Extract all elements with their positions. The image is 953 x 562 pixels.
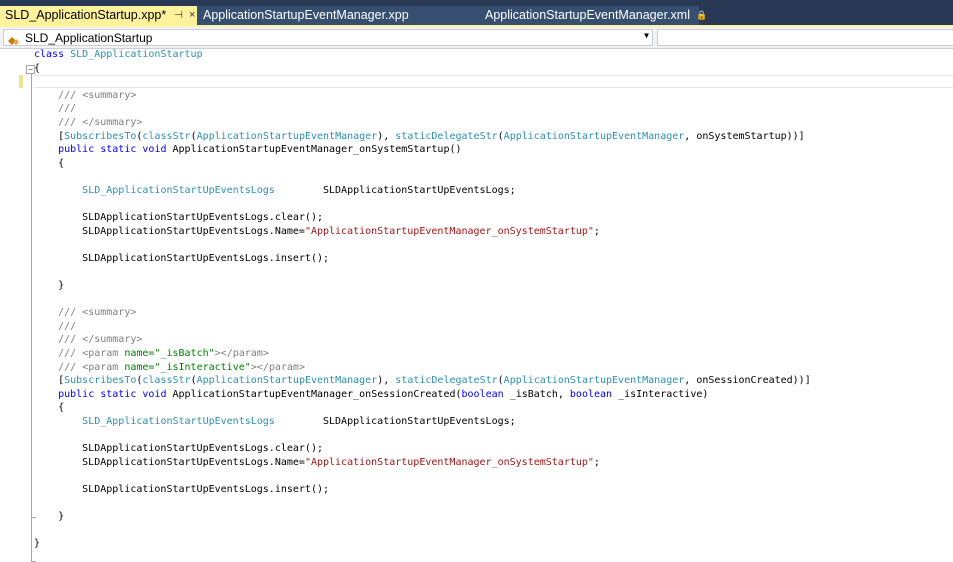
code-line: /// <summary> — [58, 307, 137, 319]
code-line: [SubscribesTo(classStr(ApplicationStartu… — [34, 130, 805, 142]
document-tabs: SLD_ApplicationStartup.xpp* ⊣ × Applicat… — [0, 6, 707, 25]
close-icon[interactable]: × — [189, 6, 195, 25]
code-line: [SubscribesTo(classStr(ApplicationStartu… — [34, 375, 811, 387]
class-icon — [7, 32, 21, 45]
code-line: { — [34, 402, 65, 414]
code-line: SLD_ApplicationStartUpEventsLogs SLDAppl… — [82, 184, 516, 196]
code-line: SLD_ApplicationStartUpEventsLogs SLDAppl… — [82, 416, 516, 428]
outline-guide — [31, 67, 32, 561]
pin-icon[interactable]: ⊣ — [174, 6, 183, 25]
tab-label: ApplicationStartupEventManager.xml — [485, 8, 690, 22]
code-line: { — [34, 62, 41, 74]
chevron-down-icon[interactable]: ▼ — [644, 31, 649, 40]
class-combo-value: SLD_ApplicationStartup — [25, 30, 153, 45]
document-tab-strip: SLD_ApplicationStartup.xpp* ⊣ × Applicat… — [0, 0, 953, 27]
code-line: public static void ApplicationStartupEve… — [58, 388, 709, 400]
code-line: SLDApplicationStartUpEventsLogs.insert()… — [34, 252, 330, 264]
code-line: SLDApplicationStartUpEventsLogs.clear(); — [34, 212, 323, 224]
code-line: /// — [58, 103, 77, 115]
code-lines: class SLD_ApplicationStartup { /// <summa… — [34, 48, 811, 551]
navigation-bar: SLD_ApplicationStartup ▼ — [0, 27, 953, 49]
tab-label: SLD_ApplicationStartup.xpp* — [5, 8, 167, 22]
code-line: SLDApplicationStartUpEventsLogs.Name="Ap… — [34, 225, 600, 237]
code-line: { — [34, 157, 65, 169]
tab-label: ApplicationStartupEventManager.xpp — [203, 8, 409, 22]
code-line: SLDApplicationStartUpEventsLogs.Name="Ap… — [34, 456, 600, 468]
member-combo[interactable] — [657, 29, 953, 46]
code-line: } — [34, 280, 65, 292]
code-line: } — [34, 511, 65, 523]
change-indicator — [19, 75, 23, 88]
class-combo[interactable]: SLD_ApplicationStartup ▼ — [3, 29, 653, 46]
lock-icon: 🔒 — [695, 10, 708, 20]
code-line: /// <param name="_isBatch"></param> — [58, 348, 269, 360]
code-line: class SLD_ApplicationStartup — [34, 49, 203, 60]
code-line: public static void ApplicationStartupEve… — [58, 144, 462, 156]
tab-applicationstartupeventmanager-xpp[interactable]: ApplicationStartupEventManager.xpp — [197, 6, 439, 25]
code-line: /// </summary> — [58, 334, 143, 346]
code-line: /// <summary> — [58, 89, 137, 101]
tab-applicationstartupeventmanager-xml[interactable]: ApplicationStartupEventManager.xml 🔒 — [439, 6, 707, 25]
tab-sld-applicationstartup-xpp[interactable]: SLD_ApplicationStartup.xpp* ⊣ × — [0, 6, 197, 25]
code-line: SLDApplicationStartUpEventsLogs.insert()… — [34, 484, 330, 495]
code-line: /// </summary> — [58, 116, 143, 128]
code-line: } — [34, 538, 41, 550]
code-editor[interactable]: − class SLD_ApplicationStartup{ /// <sum… — [0, 49, 953, 562]
code-line: /// — [58, 320, 77, 332]
code-line: SLDApplicationStartUpEventsLogs.clear(); — [34, 443, 323, 455]
code-line: /// <param name="_isInteractive"></param… — [58, 361, 305, 373]
